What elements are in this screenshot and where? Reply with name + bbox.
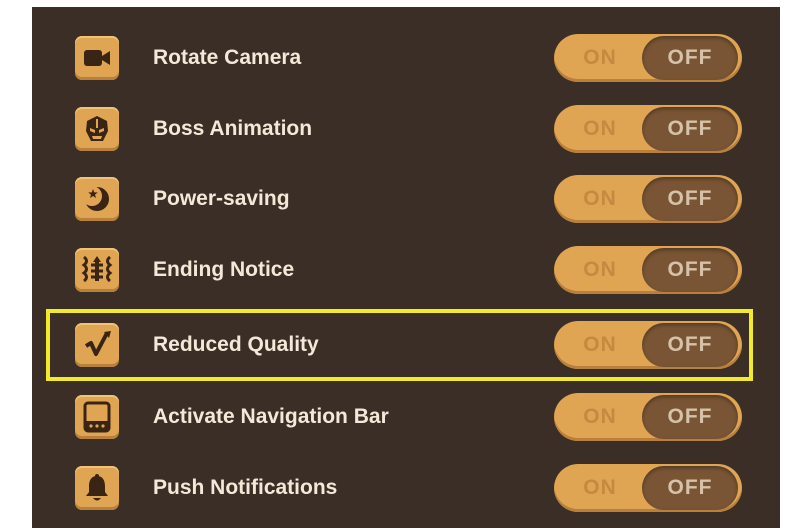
toggle-off-knob[interactable]: OFF [642,36,738,80]
toggle-off-knob[interactable]: OFF [642,466,738,510]
toggle-on-option[interactable]: ON [554,464,646,512]
toggle-push-notifications[interactable]: ON OFF [554,464,742,512]
toggle-power-saving[interactable]: ON OFF [554,175,742,223]
camera-icon [75,36,119,80]
toggle-off-knob[interactable]: OFF [642,177,738,221]
toggle-off-knob[interactable]: OFF [642,395,738,439]
ending-notice-icon [75,248,119,292]
setting-label: Push Notifications [153,476,338,499]
toggle-activate-navigation-bar[interactable]: ON OFF [554,393,742,441]
settings-panel: Rotate Camera ON OFF Boss Animation ON O… [32,7,780,528]
setting-label: Activate Navigation Bar [153,405,389,428]
toggle-on-option[interactable]: ON [554,175,646,223]
toggle-off-knob[interactable]: OFF [642,248,738,292]
bell-icon [75,466,119,510]
setting-row-ending-notice: Ending Notice ON OFF [32,234,780,306]
toggle-on-option[interactable]: ON [554,393,646,441]
setting-row-activate-navigation-bar: Activate Navigation Bar ON OFF [32,381,780,453]
navigation-bar-icon [75,395,119,439]
quality-check-icon [75,323,119,367]
boss-helmet-icon [75,107,119,151]
toggle-rotate-camera[interactable]: ON OFF [554,34,742,82]
setting-row-push-notifications: Push Notifications ON OFF [32,452,780,524]
moon-icon [75,177,119,221]
toggle-reduced-quality[interactable]: ON OFF [554,321,742,369]
toggle-off-knob[interactable]: OFF [642,107,738,151]
toggle-on-option[interactable]: ON [554,321,646,369]
toggle-boss-animation[interactable]: ON OFF [554,105,742,153]
toggle-on-option[interactable]: ON [554,246,646,294]
toggle-off-knob[interactable]: OFF [642,323,738,367]
setting-row-rotate-camera: Rotate Camera ON OFF [32,22,780,94]
setting-row-power-saving: Power-saving ON OFF [32,163,780,235]
setting-label: Boss Animation [153,117,313,140]
setting-label: Ending Notice [153,258,295,281]
toggle-on-option[interactable]: ON [554,105,646,153]
setting-label: Reduced Quality [153,333,319,356]
setting-label: Rotate Camera [153,46,302,69]
toggle-on-option[interactable]: ON [554,34,646,82]
toggle-ending-notice[interactable]: ON OFF [554,246,742,294]
setting-row-boss-animation: Boss Animation ON OFF [32,93,780,165]
setting-label: Power-saving [153,187,290,210]
setting-row-reduced-quality: Reduced Quality ON OFF [32,309,780,381]
